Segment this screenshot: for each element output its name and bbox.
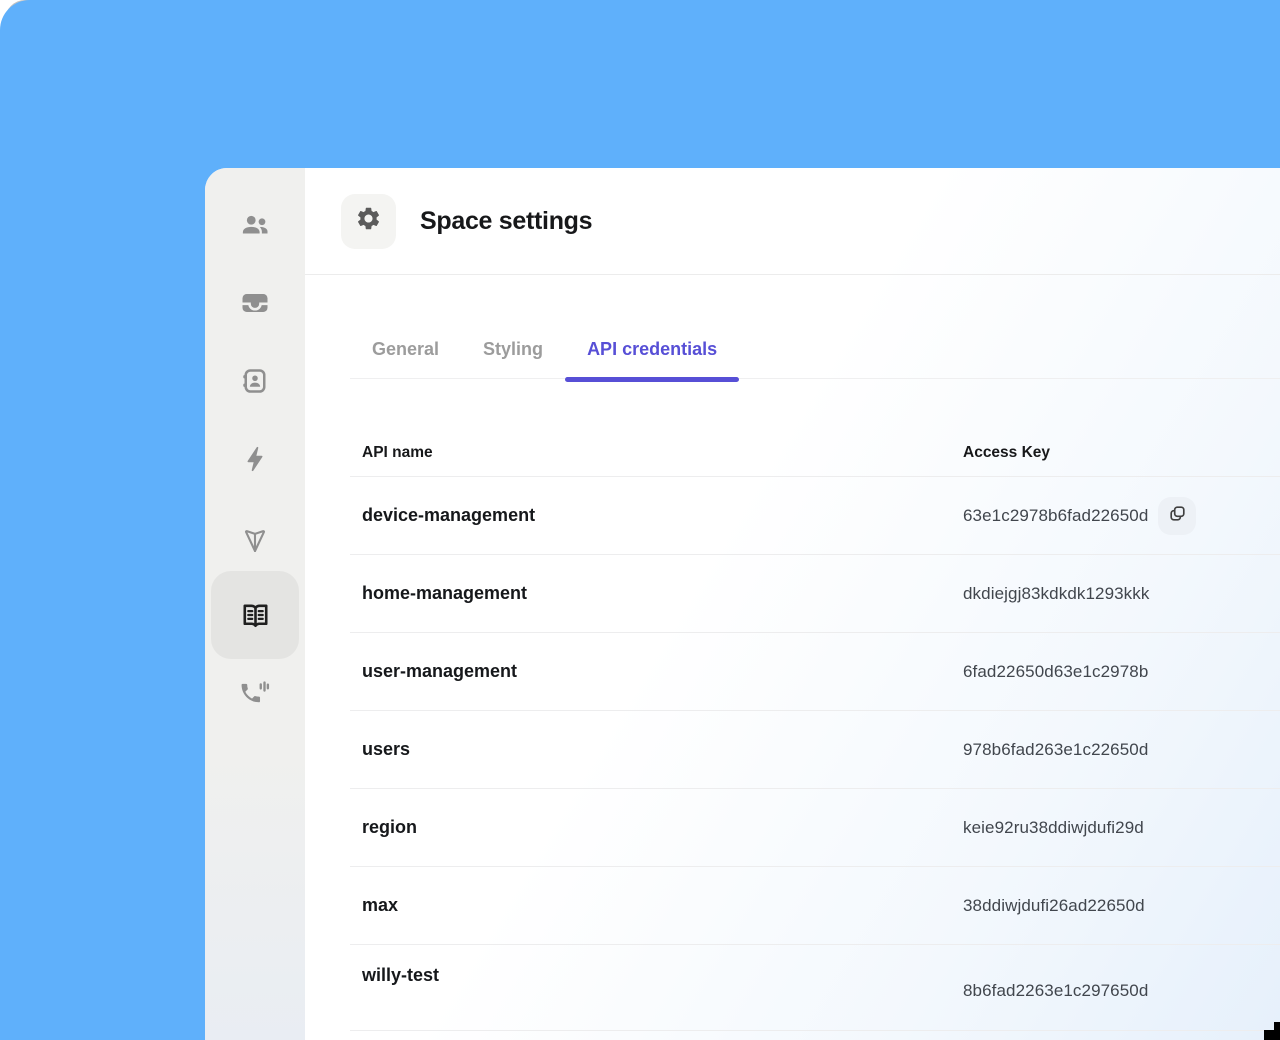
access-key: dkdiejgj83kdkdk1293kkk (963, 583, 1150, 603)
sidebar (205, 168, 305, 1040)
column-header-api-name: API name (362, 444, 433, 461)
table-row: region keie92ru38ddiwjdufi29d (350, 789, 1280, 867)
access-key: 63e1c2978b6fad22650d (963, 505, 1149, 525)
tab-styling[interactable]: Styling (461, 338, 565, 379)
api-name: user-management (362, 661, 518, 681)
people-icon (240, 210, 270, 240)
access-key: 978b6fad263e1c22650d (963, 739, 1149, 759)
screen: Space settings General Styling API crede… (0, 0, 1280, 1040)
access-key: 38ddiwjdufi26ad22650d (963, 895, 1145, 915)
table-row: user-management 6fad22650d63e1c2978b (350, 633, 1280, 711)
api-name: willy-test (362, 965, 440, 985)
inbox-icon (240, 288, 270, 318)
api-name: max (362, 895, 399, 915)
phone-icon (240, 678, 270, 708)
api-name: region (362, 817, 418, 837)
column-header-access-key: Access Key (963, 444, 1051, 461)
sidebar-item-automations[interactable] (205, 420, 305, 498)
copy-button[interactable] (1158, 496, 1197, 535)
page-title: Space settings (420, 206, 593, 235)
sidebar-item-send[interactable] (205, 498, 305, 576)
book-icon (240, 600, 271, 631)
table-row: home-management dkdiejgj83kdkdk1293kkk (350, 555, 1280, 633)
cursor-artifact (1264, 1030, 1280, 1040)
access-key: keie92ru38ddiwjdufi29d (963, 817, 1144, 837)
access-key: 8b6fad2263e1c297650d (963, 980, 1149, 1000)
api-name: users (362, 739, 411, 759)
sidebar-item-calls[interactable] (205, 654, 305, 732)
table-row: users 978b6fad263e1c22650d (350, 711, 1280, 789)
table-row: max 38ddiwjdufi26ad22650d (350, 867, 1280, 945)
cursor-artifact (1274, 1022, 1280, 1031)
table-row: willy-test 8b6fad2263e1c297650d (350, 945, 1280, 1031)
lightning-icon (240, 444, 270, 474)
contact-card-icon (240, 366, 270, 396)
sidebar-item-docs[interactable] (205, 576, 305, 654)
tab-bar: General Styling API credentials (350, 275, 1280, 382)
send-icon (240, 522, 270, 552)
sidebar-item-contacts[interactable] (205, 342, 305, 420)
table-header-row: API name Access Key (350, 379, 1280, 477)
main-panel: Space settings General Styling API crede… (305, 168, 1280, 1040)
api-name: device-management (362, 505, 536, 525)
content-area: General Styling API credentials API name… (305, 275, 1280, 1040)
access-key-cell: 63e1c2978b6fad22650d (963, 496, 1280, 535)
tab-api-credentials[interactable]: API credentials (565, 338, 740, 382)
tab-general[interactable]: General (350, 338, 461, 379)
access-key: 6fad22650d63e1c2978b (963, 661, 1149, 681)
page-icon-chip (341, 193, 396, 249)
sidebar-item-people[interactable] (205, 186, 305, 264)
api-name: home-management (362, 583, 528, 603)
page-header: Space settings (305, 168, 1280, 275)
credentials-table: API name Access Key device-management 63… (350, 379, 1280, 1031)
copy-icon (1167, 503, 1188, 529)
app-window: Space settings General Styling API crede… (205, 168, 1280, 1040)
sidebar-item-inbox[interactable] (205, 264, 305, 342)
table-row: device-management 63e1c2978b6fad22650d (350, 477, 1280, 555)
gear-icon (355, 205, 382, 237)
